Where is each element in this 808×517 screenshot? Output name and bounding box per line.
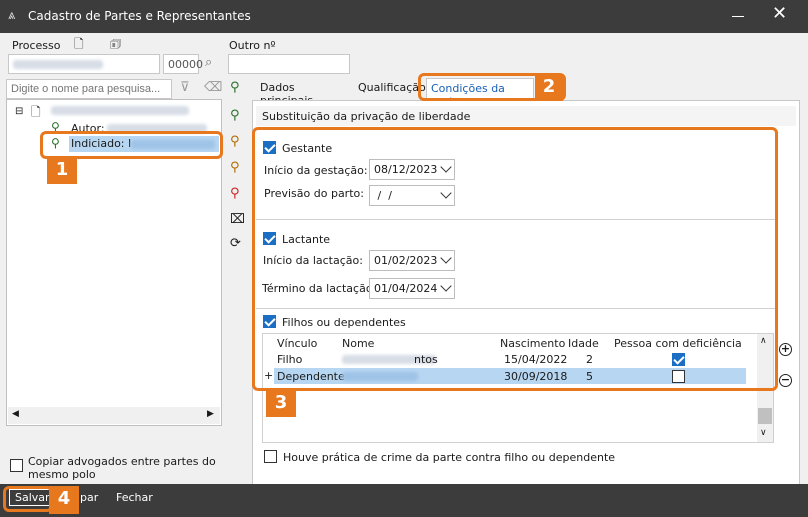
tree-h-scrollbar[interactable]: ◀ ▶ bbox=[8, 407, 220, 424]
tree-expand-icon[interactable]: ⊟ bbox=[15, 106, 23, 117]
scroll-left-icon[interactable]: ◀ bbox=[12, 409, 19, 419]
processo-input[interactable] bbox=[8, 54, 160, 74]
lawyer-icon[interactable]: ⚲ bbox=[230, 134, 240, 149]
processo-suffix-input[interactable]: 00000 bbox=[163, 54, 203, 74]
processo-label: Processo bbox=[12, 39, 61, 52]
outro-label: Outro nº bbox=[229, 39, 276, 52]
clear-icon[interactable]: ⌫ bbox=[204, 80, 222, 95]
remove-party-icon[interactable]: ⚲ bbox=[230, 186, 240, 201]
add-party-icon[interactable]: ⚲ bbox=[230, 80, 240, 95]
title-bar: ⩓ Cadastro de Partes e Representantes ✕ bbox=[0, 0, 808, 33]
unlink-icon[interactable]: ⌧ bbox=[230, 212, 245, 227]
badge-2: 2 bbox=[535, 74, 563, 101]
section-title: Substituição da privação de liberdade bbox=[262, 110, 471, 123]
add-representative-icon[interactable]: ⚲ bbox=[230, 108, 240, 123]
window-title: Cadastro de Partes e Representantes bbox=[28, 9, 251, 23]
minimize-button[interactable] bbox=[728, 5, 748, 25]
prosecutor-icon[interactable]: ⚲ bbox=[230, 160, 240, 175]
copiar-checkbox[interactable] bbox=[10, 459, 23, 472]
badge-4: 4 bbox=[49, 486, 79, 514]
remove-row-icon[interactable]: − bbox=[779, 374, 792, 387]
add-row-icon[interactable]: + bbox=[779, 343, 792, 356]
tab-dados-principais[interactable]: Dados principais bbox=[256, 78, 350, 107]
highlight-1 bbox=[40, 131, 223, 159]
fechar-button[interactable]: Fechar bbox=[116, 491, 153, 504]
scroll-down-icon[interactable]: ∨ bbox=[760, 428, 767, 438]
refresh-icon[interactable]: ⟳ bbox=[230, 236, 241, 251]
new-document-icon[interactable]: 🗋 bbox=[74, 35, 84, 56]
tab-qualificacao[interactable]: Qualificação bbox=[354, 78, 426, 98]
process-icon: 🗋 bbox=[31, 105, 41, 119]
note-icon[interactable]: 🗊 bbox=[110, 35, 121, 56]
app-icon: ⩓ bbox=[8, 8, 16, 23]
crime-checkbox[interactable] bbox=[264, 450, 277, 463]
filter-icon[interactable]: ⊽ bbox=[180, 80, 190, 95]
copiar-label: Copiar advogados entre partes do mesmo p… bbox=[28, 455, 216, 481]
scroll-thumb[interactable] bbox=[758, 408, 772, 424]
footer-bar: Salvar par Fechar bbox=[0, 484, 808, 517]
scroll-right-icon[interactable]: ▶ bbox=[207, 409, 214, 419]
outro-input[interactable] bbox=[228, 54, 350, 74]
search-icon[interactable]: ⌕ bbox=[205, 55, 212, 70]
badge-1: 1 bbox=[47, 157, 77, 184]
highlight-3 bbox=[252, 127, 778, 391]
highlight-4 bbox=[3, 486, 53, 512]
crime-label: Houve prática de crime da parte contra f… bbox=[283, 451, 616, 464]
close-button[interactable]: ✕ bbox=[772, 3, 787, 24]
badge-3: 3 bbox=[266, 390, 296, 417]
search-input[interactable] bbox=[6, 79, 172, 99]
limpar-button[interactable]: par bbox=[80, 491, 98, 504]
